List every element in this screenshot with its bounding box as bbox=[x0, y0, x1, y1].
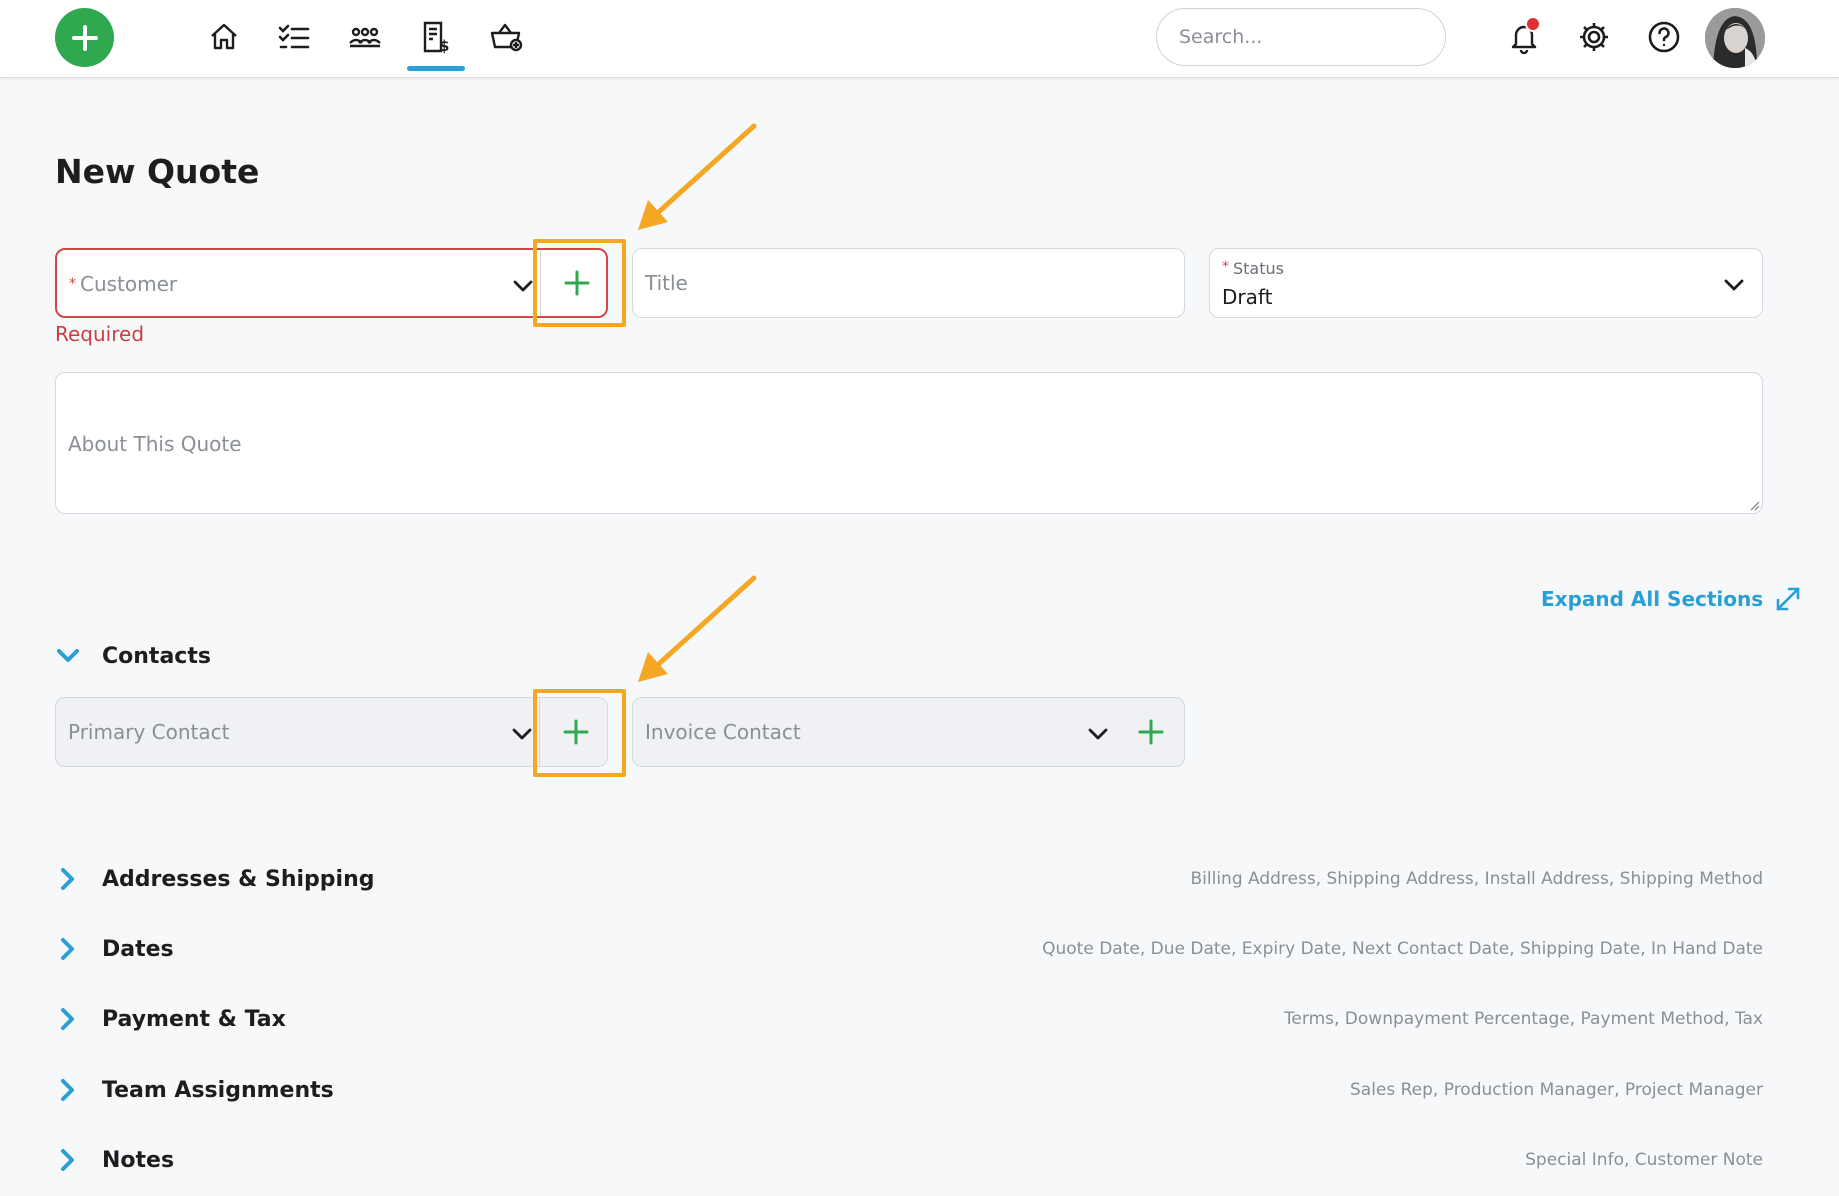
tasks-list-icon bbox=[278, 24, 310, 49]
section-label: Dates bbox=[102, 936, 174, 962]
status-label-text: Status bbox=[1233, 259, 1284, 278]
primary-contact-select[interactable]: Primary Contact bbox=[55, 697, 608, 767]
title-placeholder: Title bbox=[645, 271, 688, 295]
status-dropdown-toggle[interactable] bbox=[1722, 273, 1746, 297]
customer-label: Customer bbox=[80, 272, 178, 296]
customers-icon bbox=[349, 27, 381, 48]
create-new-button[interactable] bbox=[55, 8, 114, 67]
section-hint: Billing Address, Shipping Address, Insta… bbox=[1190, 869, 1763, 889]
shop-basket-icon bbox=[490, 23, 523, 52]
section-label: Team Assignments bbox=[102, 1077, 334, 1103]
nav-tasks[interactable] bbox=[274, 17, 314, 57]
chevron-right-icon bbox=[55, 866, 81, 892]
help-button[interactable] bbox=[1644, 17, 1684, 57]
annotation-arrow-icon bbox=[638, 123, 757, 230]
svg-text:$: $ bbox=[439, 37, 449, 54]
contacts-section-toggle[interactable]: Contacts bbox=[55, 643, 211, 669]
search-input[interactable] bbox=[1156, 8, 1446, 66]
expand-all-sections-link[interactable]: Expand All Sections bbox=[1541, 586, 1801, 612]
status-label: * Status bbox=[1222, 259, 1284, 278]
section-addresses-shipping[interactable]: Addresses & Shipping bbox=[55, 866, 375, 892]
resize-grip-icon[interactable] bbox=[1748, 499, 1760, 511]
chevron-down-icon bbox=[512, 728, 532, 740]
chevron-down-icon bbox=[1088, 728, 1108, 740]
chevron-right-icon bbox=[55, 1147, 81, 1173]
section-label: Addresses & Shipping bbox=[102, 866, 375, 892]
about-quote-textarea[interactable]: About This Quote bbox=[55, 372, 1763, 514]
nav-home[interactable] bbox=[204, 17, 244, 57]
section-label: Payment & Tax bbox=[102, 1006, 286, 1032]
primary-contact-dropdown-toggle[interactable] bbox=[510, 722, 534, 746]
user-photo-icon bbox=[1705, 8, 1765, 68]
contacts-section-label: Contacts bbox=[102, 643, 211, 669]
customer-select[interactable]: * Customer bbox=[55, 248, 608, 318]
section-hint: Quote Date, Due Date, Expiry Date, Next … bbox=[1042, 939, 1763, 959]
customer-dropdown-toggle[interactable] bbox=[511, 274, 535, 298]
primary-contact-placeholder: Primary Contact bbox=[68, 720, 230, 744]
chevron-right-icon bbox=[55, 1077, 81, 1103]
section-hint: Special Info, Customer Note bbox=[1525, 1150, 1763, 1170]
about-quote-placeholder: About This Quote bbox=[68, 432, 242, 456]
expand-arrows-icon bbox=[1776, 587, 1800, 611]
chevron-right-icon bbox=[55, 936, 81, 962]
chevron-down-icon bbox=[1724, 279, 1744, 291]
active-nav-indicator bbox=[407, 66, 465, 71]
nav-shop[interactable] bbox=[486, 17, 526, 57]
gear-icon bbox=[1580, 23, 1608, 51]
home-icon bbox=[211, 23, 237, 50]
nav-customers[interactable] bbox=[345, 17, 385, 57]
section-dates[interactable]: Dates bbox=[55, 936, 174, 962]
plus-icon bbox=[71, 24, 98, 51]
status-value: Draft bbox=[1222, 285, 1273, 309]
invoice-contact-select[interactable]: Invoice Contact bbox=[632, 697, 1185, 767]
annotation-highlight-box bbox=[533, 239, 626, 327]
nav-quotes[interactable]: $ bbox=[416, 17, 456, 57]
status-select[interactable]: * Status Draft bbox=[1209, 248, 1763, 318]
user-avatar[interactable] bbox=[1705, 8, 1765, 68]
settings-button[interactable] bbox=[1574, 17, 1614, 57]
plus-icon bbox=[1138, 719, 1164, 745]
required-mark: * bbox=[1222, 259, 1229, 275]
customer-error-text: Required bbox=[55, 322, 145, 346]
invoice-contact-placeholder: Invoice Contact bbox=[645, 720, 801, 744]
annotation-highlight-box bbox=[533, 689, 626, 777]
top-bar: $ bbox=[0, 0, 1839, 78]
section-label: Notes bbox=[102, 1147, 175, 1173]
title-input[interactable]: Title bbox=[632, 248, 1185, 318]
quotes-invoice-icon: $ bbox=[423, 21, 449, 54]
customer-placeholder: * Customer bbox=[69, 272, 177, 296]
add-invoice-contact-button[interactable] bbox=[1131, 712, 1171, 752]
chevron-down-icon bbox=[513, 280, 533, 292]
notification-badge bbox=[1525, 16, 1541, 32]
section-notes[interactable]: Notes bbox=[55, 1147, 174, 1173]
expand-all-label: Expand All Sections bbox=[1541, 587, 1764, 611]
required-mark: * bbox=[69, 276, 76, 292]
section-payment-tax[interactable]: Payment & Tax bbox=[55, 1006, 286, 1032]
section-hint: Sales Rep, Production Manager, Project M… bbox=[1349, 1080, 1763, 1100]
annotation-arrow-icon bbox=[638, 575, 757, 682]
chevron-right-icon bbox=[55, 1006, 81, 1032]
section-hint: Terms, Downpayment Percentage, Payment M… bbox=[1283, 1009, 1763, 1029]
invoice-contact-dropdown-toggle[interactable] bbox=[1086, 722, 1110, 746]
page-title: New Quote bbox=[55, 152, 260, 191]
section-team-assignments[interactable]: Team Assignments bbox=[55, 1077, 334, 1103]
help-question-icon bbox=[1648, 21, 1680, 53]
chevron-down-icon bbox=[55, 643, 81, 669]
